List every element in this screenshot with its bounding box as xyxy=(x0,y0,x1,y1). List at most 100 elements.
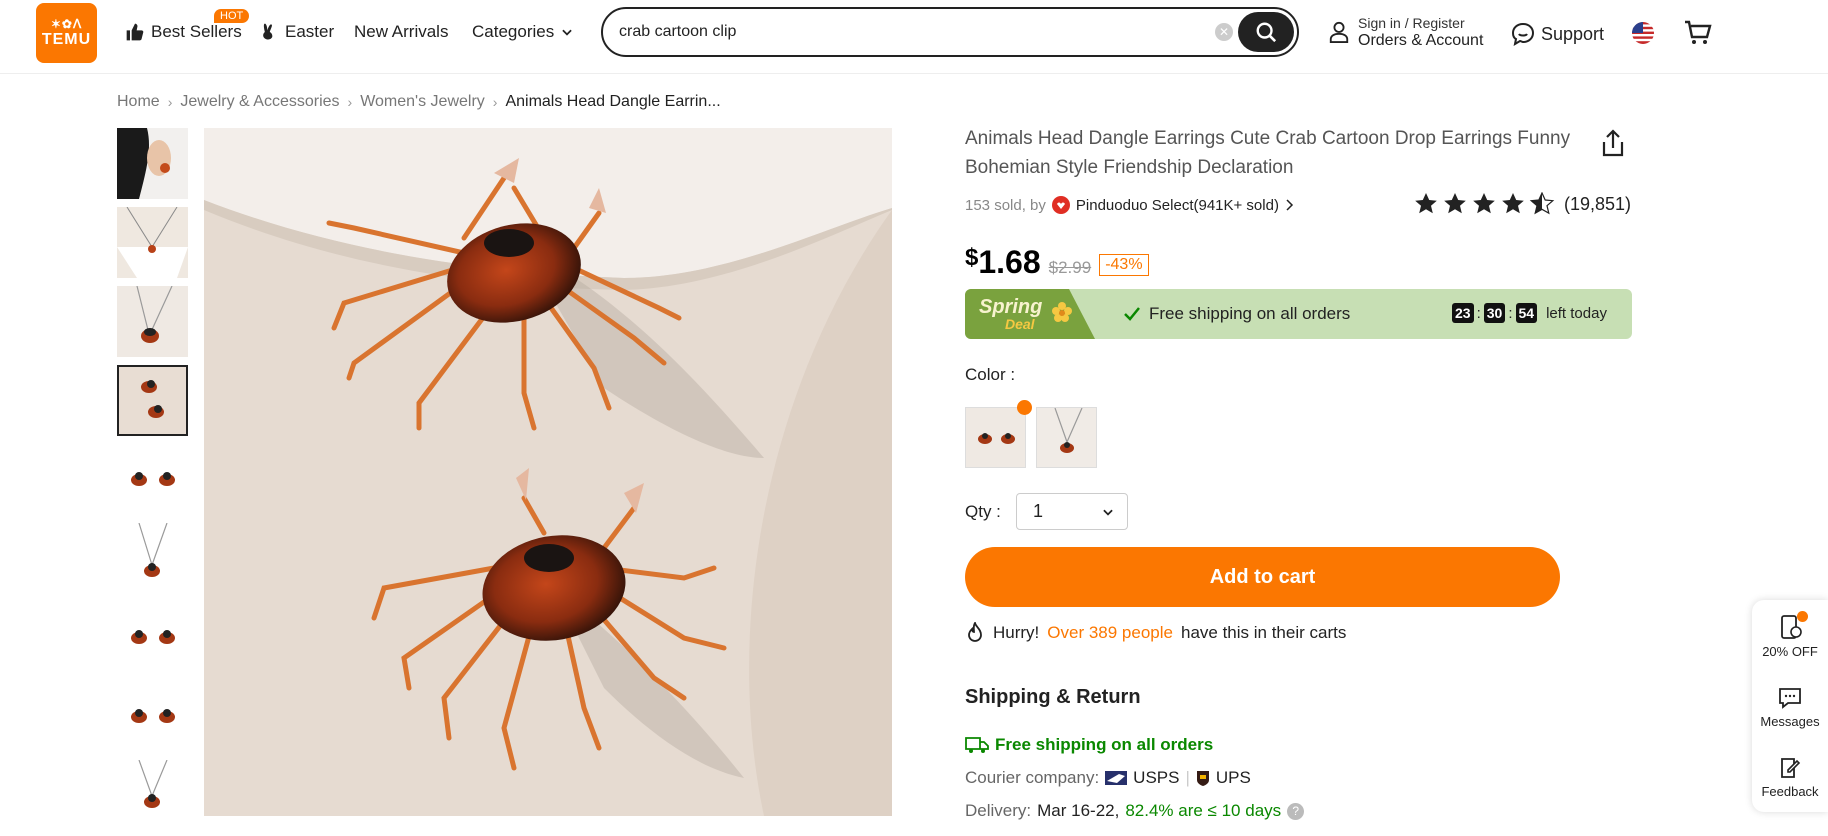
nav-new-arrivals[interactable]: New Arrivals xyxy=(354,22,448,42)
breadcrumb-jewelry[interactable]: Jewelry & Accessories xyxy=(180,93,339,111)
add-to-cart-button[interactable]: Add to cart xyxy=(965,547,1560,607)
flower-icon xyxy=(1052,302,1072,322)
side-offer-label: 20% OFF xyxy=(1762,644,1818,659)
color-swatch-earrings[interactable] xyxy=(965,407,1026,468)
thumbnail-6[interactable] xyxy=(117,523,188,594)
delivery-dates: Mar 16-22, xyxy=(1037,801,1120,820)
price-currency: $ xyxy=(965,244,979,271)
ups-logo-icon xyxy=(1196,771,1209,786)
rating-row[interactable]: (19,851) xyxy=(1414,192,1631,216)
free-shipping-label: Free shipping on all orders xyxy=(995,735,1214,754)
share-icon xyxy=(1602,129,1624,157)
shipping-return-title: Shipping & Return xyxy=(965,686,1141,708)
timer-hours: 23 xyxy=(1452,303,1474,323)
breadcrumb-current: Animals Head Dangle Earrin... xyxy=(505,93,721,110)
timer-seconds: 54 xyxy=(1515,303,1538,323)
delivery-label: Delivery: xyxy=(965,801,1032,820)
sold-count: 153 sold, by xyxy=(965,196,1046,214)
orders-account-label: Orders & Account xyxy=(1358,32,1484,49)
thumbnail-3[interactable] xyxy=(117,286,188,357)
timer-colon: : xyxy=(1508,304,1513,322)
hot-flame-badge-icon xyxy=(1017,400,1032,415)
cart-button[interactable] xyxy=(1684,20,1712,51)
nav-new-arrivals-label: New Arrivals xyxy=(354,22,449,41)
side-feedback-button[interactable]: Feedback xyxy=(1752,756,1828,799)
nav-easter-label: Easter xyxy=(285,22,335,41)
floating-side-panel: 20% OFF Messages Feedback xyxy=(1752,600,1828,812)
us-flag-icon[interactable] xyxy=(1632,22,1654,44)
check-icon xyxy=(1124,307,1140,321)
nav-categories[interactable]: Categories xyxy=(472,22,574,42)
breadcrumb-home[interactable]: Home xyxy=(117,93,160,111)
logo-wordmark: TEMU xyxy=(41,31,92,48)
delivery-row: Delivery: Mar 16-22, 82.4% are ≤ 10 days… xyxy=(965,801,1305,821)
breadcrumb: Home › Jewelry & Accessories › Women's J… xyxy=(117,93,721,111)
temu-logo[interactable]: ✶✿ᐱ TEMU xyxy=(36,3,97,63)
flame-icon xyxy=(968,622,982,642)
current-price: $1.68 xyxy=(965,244,1041,281)
quantity-select[interactable]: 1 xyxy=(1016,493,1128,530)
thumbnail-7[interactable] xyxy=(117,602,188,673)
color-swatch-necklace[interactable] xyxy=(1036,407,1097,468)
side-offer-button[interactable]: 20% OFF xyxy=(1752,614,1828,659)
spring-deal-badge: Spring Deal xyxy=(965,289,1095,339)
top-header: ✶✿ᐱ TEMU Best Sellers HOT Easter New Arr… xyxy=(0,0,1828,74)
hurry-highlight: Over 389 people xyxy=(1047,623,1173,642)
search-button[interactable] xyxy=(1238,12,1294,52)
delivery-percentage: 82.4% are ≤ 10 days xyxy=(1125,801,1282,820)
free-shipping-row: Free shipping on all orders xyxy=(965,735,1213,755)
deal-text-label: Free shipping on all orders xyxy=(1149,304,1351,323)
thumbnail-2[interactable] xyxy=(117,207,188,278)
courier-label: Courier company: xyxy=(965,768,1100,787)
support-link[interactable]: Support xyxy=(1511,22,1604,46)
hurry-suffix: have this in their carts xyxy=(1180,623,1347,642)
review-count: (19,851) xyxy=(1564,193,1632,214)
sold-by-row: 153 sold, by Pinduoduo Select(941K+ sold… xyxy=(965,196,1295,214)
side-feedback-label: Feedback xyxy=(1761,784,1819,799)
thumbnail-4-selected[interactable] xyxy=(117,365,188,436)
timer-minutes: 30 xyxy=(1483,303,1506,323)
hurry-prefix: Hurry! xyxy=(993,623,1040,642)
deal-countdown: 23 : 30 : 54 left today xyxy=(1452,303,1607,323)
chevron-down-icon xyxy=(562,29,572,36)
courier-row: Courier company: USPS | UPS xyxy=(965,768,1251,788)
price-row: $1.68 $2.99 -43% xyxy=(965,244,1149,281)
usps-logo-icon xyxy=(1105,771,1128,785)
thumbnail-1[interactable] xyxy=(117,128,188,199)
side-messages-label: Messages xyxy=(1760,714,1820,729)
cart-icon xyxy=(1685,20,1712,44)
breadcrumb-separator: › xyxy=(167,94,173,110)
feedback-edit-icon xyxy=(1781,758,1801,778)
courier-divider: | xyxy=(1185,768,1190,787)
price-amount: 1.68 xyxy=(978,244,1041,280)
search-input[interactable] xyxy=(619,19,1199,45)
nav-best-sellers-label: Best Sellers xyxy=(151,22,242,41)
deal-shipping-text: Free shipping on all orders xyxy=(1123,304,1350,324)
clear-search-icon[interactable]: ✕ xyxy=(1215,23,1233,41)
product-main-image[interactable] xyxy=(204,128,892,816)
store-link[interactable]: Pinduoduo Select(941K+ sold) xyxy=(1076,197,1279,214)
share-button[interactable] xyxy=(1598,128,1628,163)
breadcrumb-womens-jewelry[interactable]: Women's Jewelry xyxy=(360,93,485,111)
chevron-down-icon xyxy=(1103,509,1113,516)
help-icon[interactable]: ? xyxy=(1287,802,1305,820)
thumbnail-9[interactable] xyxy=(117,760,188,816)
nav-best-sellers[interactable]: Best Sellers xyxy=(125,22,242,42)
side-messages-button[interactable]: Messages xyxy=(1752,686,1828,729)
notification-dot xyxy=(1797,611,1808,622)
quantity-value: 1 xyxy=(1033,501,1044,521)
search-icon xyxy=(1256,22,1277,43)
original-price: $2.99 xyxy=(1048,258,1092,277)
search-bar: ✕ xyxy=(601,7,1299,57)
breadcrumb-separator: › xyxy=(347,94,353,110)
courier-ups: UPS xyxy=(1215,768,1251,787)
nav-easter[interactable]: Easter xyxy=(259,22,334,42)
chevron-right-icon xyxy=(1286,199,1294,211)
discount-badge: -43% xyxy=(1099,254,1149,276)
breadcrumb-separator: › xyxy=(492,94,498,110)
thumbnail-5[interactable] xyxy=(117,444,188,515)
star-rating-icon xyxy=(1415,192,1554,214)
account-menu[interactable]: Sign in / Register Orders & Account xyxy=(1328,14,1483,50)
thumbnail-8[interactable] xyxy=(117,681,188,752)
deal-badge-bottom: Deal xyxy=(1005,316,1035,332)
